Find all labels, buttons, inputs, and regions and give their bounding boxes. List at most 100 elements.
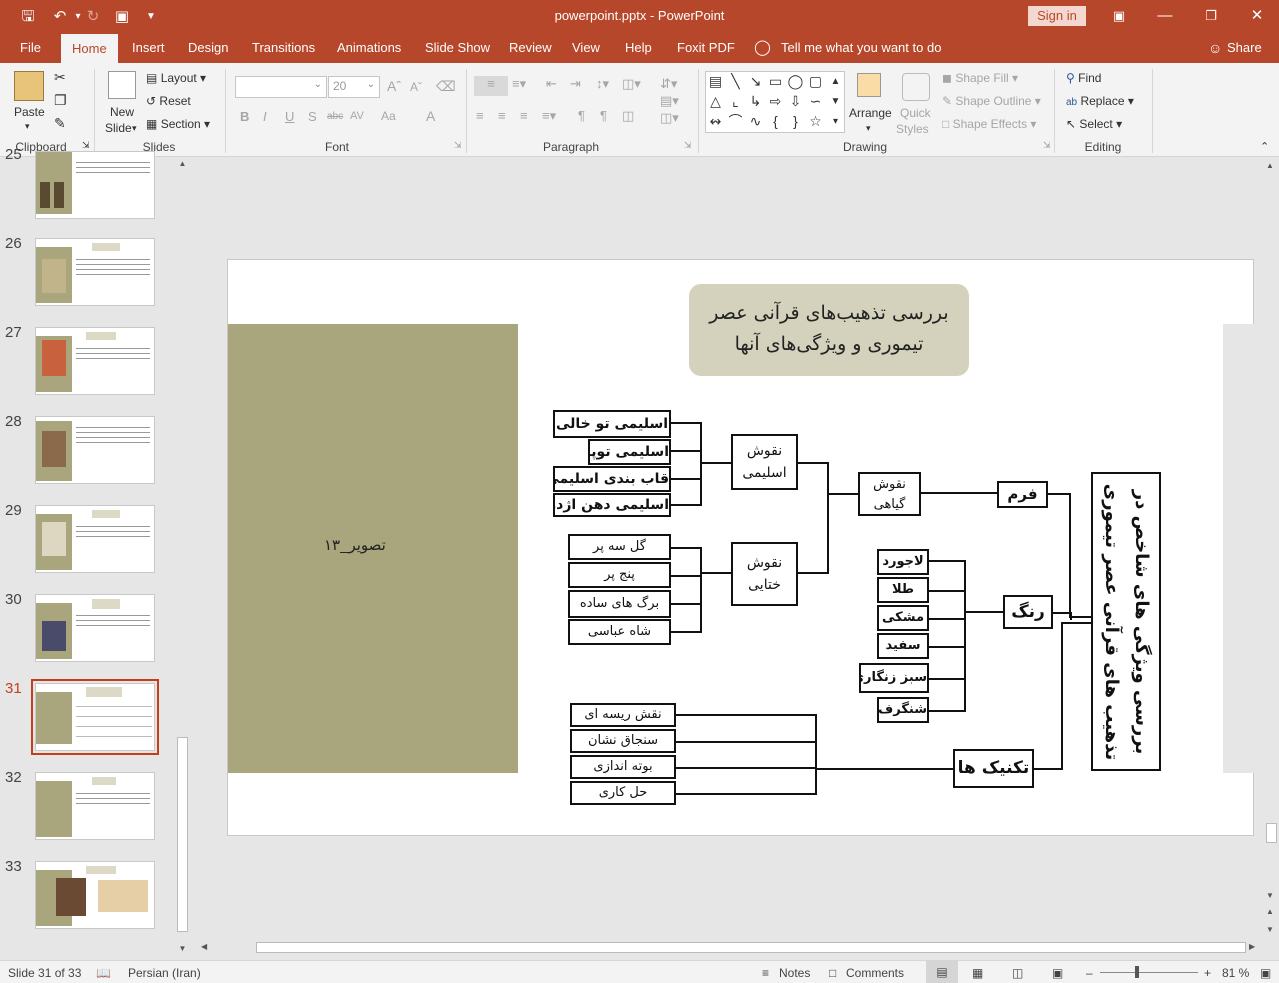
quick-styles-button[interactable]: Quick [900,106,931,120]
horizontal-scroll-thumb[interactable] [256,942,1246,953]
gallery-more-icon[interactable]: ▾ [826,112,845,131]
clear-format-icon[interactable]: ⌫ [436,78,456,95]
slide-thumbnail-29[interactable] [35,505,155,573]
justify-icon[interactable]: ≡▾ [542,108,556,124]
current-slide[interactable]: تصویر_۱۳ بررسی تذهیب‌های قرآنی عصر تیمور… [227,259,1255,836]
section-button[interactable]: ▦ Section ▾ [146,117,210,131]
slide-title[interactable]: بررسی تذهیب‌های قرآنی عصر تیموری و ویژگی… [689,284,969,376]
clipboard-launcher-icon[interactable]: ⇲ [82,140,90,151]
paste-dropdown-icon[interactable]: ▾ [25,121,30,132]
text-direction-icon[interactable]: ⇵▾ [660,76,677,92]
reading-view-icon[interactable]: ◫ [1012,966,1023,980]
wave-shape-icon[interactable]: ∿ [746,112,765,131]
cut-icon[interactable]: ✂ [54,69,66,86]
zoom-slider-thumb[interactable] [1135,966,1139,978]
change-case-button[interactable]: Aa [381,109,396,123]
reset-button[interactable]: ↺ Reset [146,94,191,108]
increase-font-icon[interactable]: Aˆ [387,78,401,94]
new-slide-button[interactable]: New [110,105,134,119]
diagram-box-khatai-item[interactable]: شاه عباسی [568,619,671,645]
tab-foxit-pdf[interactable]: Foxit PDF [677,33,735,63]
columns-icon[interactable]: ◫▾ [622,76,641,92]
tab-home[interactable]: Home [61,33,118,63]
select-button[interactable]: ↖ Select ▾ [1066,117,1122,131]
tab-transitions[interactable]: Transitions [252,33,315,63]
quick-styles-label-2[interactable]: Styles [896,122,929,136]
right-brace-shape-icon[interactable]: } [786,112,805,131]
scroll-right-icon[interactable]: ▶ [1249,942,1255,951]
textbox-shape-icon[interactable]: ▤ [706,72,725,91]
bold-button[interactable]: B [240,109,249,124]
triangle-shape-icon[interactable]: △ [706,92,725,111]
diagram-box-eslimi-item[interactable]: قاب بندی اسلیمی [553,466,671,492]
thumbnail-scrollbar[interactable]: ▲ ▼ [175,157,190,960]
tab-slide-show[interactable]: Slide Show [425,33,490,63]
diagram-box-eslimi-item[interactable]: اسلیمی دهن اژدری [553,493,671,517]
image-placeholder[interactable]: تصویر_۱۳ [228,324,518,773]
shape-effects-button[interactable]: □ Shape Effects ▾ [942,117,1036,131]
comments-icon[interactable]: □ [829,966,836,980]
star-shape-icon[interactable]: ☆ [806,112,825,131]
diagram-box-root[interactable]: بررسی ویژگی های شاخص در تذهیب های قرآنی … [1091,472,1161,771]
tab-review[interactable]: Review [509,33,552,63]
new-slide-label-2[interactable]: Slide [105,121,132,135]
new-slide-icon[interactable] [108,71,136,99]
diagram-box-eslimi-item[interactable]: اسلیمی تو خالی [553,410,671,438]
tell-me-input[interactable]: Tell me what you want to do [781,33,941,63]
rtl-icon[interactable]: ¶ [600,108,607,123]
line-spacing-icon[interactable]: ↕▾ [596,76,609,92]
arrange-dropdown-icon[interactable]: ▾ [866,123,871,134]
copy-icon[interactable]: ❐ [54,92,67,109]
scroll-down-icon[interactable]: ▼ [1266,891,1274,900]
diagram-box-eslimi-item[interactable]: اسلیمی توپر [588,439,671,465]
ribbon-display-icon[interactable]: ▣ [1096,0,1142,33]
diagram-box-eslimi-motifs[interactable]: نقوش اسلیمی [731,434,798,490]
decrease-font-icon[interactable]: Aˇ [410,80,422,94]
arrange-icon[interactable] [857,73,881,97]
new-slide-dropdown-icon[interactable]: ▾ [132,123,137,134]
minimize-icon[interactable]: — [1142,0,1188,33]
oval-shape-icon[interactable]: ◯ [786,72,805,91]
freeform-shape-icon[interactable]: ∽ [806,92,825,111]
diagram-box-color-item[interactable]: شنگرف [877,697,929,723]
layout-button[interactable]: ▤ Layout ▾ [146,71,206,85]
diagram-box-technique-item[interactable]: بوته اندازی [570,755,676,779]
diagram-box-technique-item[interactable]: سنجاق نشان [570,729,676,753]
normal-view-icon[interactable]: ▤ [926,961,958,983]
left-brace-shape-icon[interactable]: { [766,112,785,131]
drawing-launcher-icon[interactable]: ⇲ [1043,140,1051,151]
shape-fill-button[interactable]: ◼ Shape Fill ▾ [942,71,1018,85]
font-size-dropdown-icon[interactable]: ⌄ [367,79,375,90]
diagram-box-color-item[interactable]: مشکی [877,605,929,631]
arc-shape-icon[interactable]: ⌒ [726,112,745,131]
diagram-box-khatai-item[interactable]: گل سه پر [568,534,671,560]
zoom-slider-track[interactable] [1100,972,1198,973]
language-indicator[interactable]: Persian (Iran) [128,966,201,980]
align-center-icon[interactable]: ≡ [498,108,506,123]
decrease-indent-icon[interactable]: ⇤ [546,76,557,92]
shadow-button[interactable]: S [308,109,317,124]
numbering-icon[interactable]: ≡▾ [512,76,526,92]
scroll-up-icon[interactable]: ▲ [1266,161,1274,170]
elbow-arrow-icon[interactable]: ↳ [746,92,765,111]
tab-view[interactable]: View [572,33,600,63]
diagram-box-khatai-item[interactable]: پنج پر [568,562,671,588]
tab-insert[interactable]: Insert [132,33,165,63]
font-launcher-icon[interactable]: ⇲ [454,140,462,151]
slide-thumbnail-33[interactable] [35,861,155,929]
slide-scrollbar[interactable]: ▲ ▼ ▲ ▼ [1264,157,1279,940]
gallery-up-icon[interactable]: ▲ [826,72,845,91]
rounded-rect-shape-icon[interactable]: ▢ [806,72,825,91]
font-name-combo[interactable]: ⌄ [235,76,327,98]
close-icon[interactable]: ✕ [1234,0,1279,33]
fit-to-window-icon[interactable]: ▣ [1260,966,1271,980]
spell-check-icon[interactable]: 📖 [96,966,111,980]
sign-in-button[interactable]: Sign in [1028,6,1086,26]
slide-thumbnail-28[interactable] [35,416,155,484]
bullets-icon[interactable]: ≡ [474,76,508,96]
format-painter-icon[interactable]: ✎ [54,115,66,132]
ltr-icon[interactable]: ¶ [578,108,585,123]
underline-button[interactable]: U [285,109,294,124]
font-color-button[interactable]: A [426,108,435,124]
slideshow-icon[interactable]: ▣ [1052,966,1063,980]
